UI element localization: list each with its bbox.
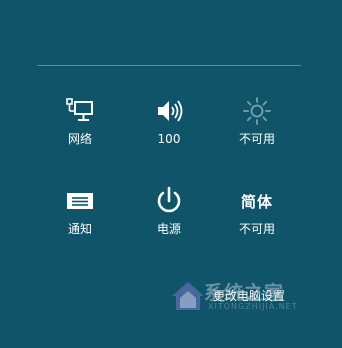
volume-label: 100 xyxy=(157,132,181,146)
change-pc-settings-link[interactable]: 更改电脑设置 xyxy=(213,287,285,304)
volume-icon xyxy=(154,96,184,126)
house-logo-icon xyxy=(172,282,204,310)
language-icon: 简体 xyxy=(241,186,273,216)
brightness-icon xyxy=(242,96,272,126)
notification-icon xyxy=(65,186,95,216)
keyboard-tile[interactable]: 简体 不可用 xyxy=(222,186,292,238)
language-glyph: 简体 xyxy=(240,192,274,211)
network-icon xyxy=(65,96,95,126)
network-tile[interactable]: 网络 xyxy=(45,96,115,148)
divider xyxy=(37,65,301,66)
power-label: 电源 xyxy=(156,222,181,236)
brightness-tile[interactable]: 不可用 xyxy=(222,96,292,148)
power-icon xyxy=(154,186,184,216)
brightness-label: 不可用 xyxy=(238,132,275,146)
network-label: 网络 xyxy=(67,132,92,146)
power-tile[interactable]: 电源 xyxy=(134,186,204,238)
keyboard-label: 不可用 xyxy=(238,222,275,236)
notifications-label: 通知 xyxy=(67,222,92,236)
notifications-tile[interactable]: 通知 xyxy=(45,186,115,238)
volume-tile[interactable]: 100 xyxy=(134,96,204,148)
